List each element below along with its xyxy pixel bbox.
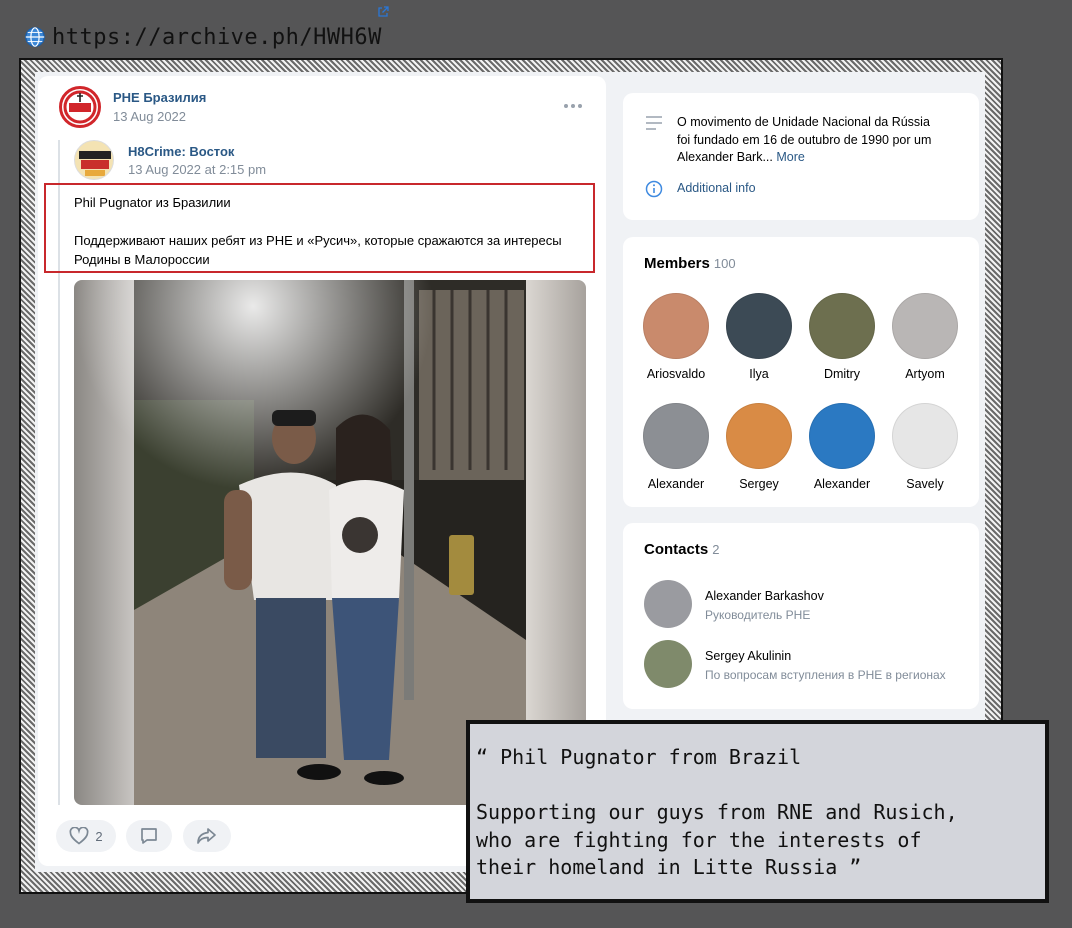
- caption-line: Supporting our guys from RNE and Rusich,: [476, 800, 958, 824]
- member-avatar[interactable]: [892, 293, 958, 359]
- group-description: O movimento de Unidade Nacional da Rússi…: [677, 114, 931, 167]
- member-item[interactable]: Dmitry: [801, 293, 883, 381]
- contact-role: Руководитель РНЕ: [705, 608, 811, 622]
- share-arrow-icon: [197, 828, 216, 844]
- additional-info-link[interactable]: Additional info: [677, 181, 756, 195]
- member-item[interactable]: Ariosvaldo: [635, 293, 717, 381]
- member-avatar[interactable]: [809, 403, 875, 469]
- group-post-date[interactable]: 13 Aug 2022: [113, 109, 186, 124]
- members-grid: Ariosvaldo Ilya Dmitry Artyom Alexander Serge…: [635, 293, 975, 491]
- external-link-icon[interactable]: [377, 6, 389, 18]
- translation-caption: “ Phil Pugnator from Brazil Supporting o…: [466, 720, 1049, 903]
- repost-author-avatar[interactable]: [74, 140, 114, 180]
- contact-role: По вопросам вступления в РНЕ в регионах: [705, 668, 946, 682]
- repost-author-link[interactable]: H8Crime: Восток: [128, 144, 234, 159]
- member-item[interactable]: Sergey: [718, 403, 800, 491]
- like-button[interactable]: 2: [56, 820, 116, 852]
- description-lines-icon: [646, 116, 662, 130]
- member-name[interactable]: Ilya: [718, 367, 800, 381]
- contacts-title[interactable]: Contacts 2: [644, 541, 719, 558]
- member-avatar[interactable]: [726, 293, 792, 359]
- member-name[interactable]: Alexander: [801, 477, 883, 491]
- comment-button[interactable]: [126, 820, 172, 852]
- caption-line: who are fighting for the interests of: [476, 827, 922, 852]
- archive-url-text[interactable]: https://archive.ph/HWH6W: [52, 25, 382, 50]
- contacts-count: 2: [712, 542, 720, 557]
- description-line: Alexander Bark...: [677, 150, 773, 164]
- caption-line: their homeland in Litte Russia ”: [476, 855, 862, 879]
- member-name[interactable]: Alexander: [635, 477, 717, 491]
- member-name[interactable]: Sergey: [718, 477, 800, 491]
- more-dots-icon[interactable]: [563, 101, 583, 111]
- description-line: foi fundado em 16 de outubro de 1990 por…: [677, 132, 932, 147]
- member-item[interactable]: Ilya: [718, 293, 800, 381]
- member-name[interactable]: Dmitry: [801, 367, 883, 381]
- contact-avatar[interactable]: [644, 640, 692, 688]
- like-count: 2: [95, 828, 103, 844]
- member-name[interactable]: Savely: [884, 477, 966, 491]
- member-item[interactable]: Savely: [884, 403, 966, 491]
- rne-logo-icon: [63, 90, 97, 124]
- description-more-link[interactable]: More: [776, 150, 804, 164]
- contact-avatar[interactable]: [644, 580, 692, 628]
- post-text-highlight: Phil Pugnator из Бразилии Поддерживают н…: [44, 183, 595, 273]
- globe-icon: [25, 27, 45, 47]
- member-item[interactable]: Alexander: [635, 403, 717, 491]
- share-button[interactable]: [183, 820, 231, 852]
- description-line: O movimento de Unidade Nacional da Rússi…: [677, 115, 930, 129]
- member-avatar[interactable]: [643, 403, 709, 469]
- group-name-link[interactable]: РНЕ Бразилия: [113, 90, 206, 105]
- post-text-line: Phil Pugnator из Бразилии: [74, 195, 231, 210]
- post-text-line: Родины в Малороссии: [74, 252, 210, 267]
- members-title[interactable]: Members 100: [644, 255, 736, 272]
- comment-icon: [141, 828, 157, 844]
- member-avatar[interactable]: [892, 403, 958, 469]
- group-avatar[interactable]: [59, 86, 101, 128]
- member-name[interactable]: Artyom: [884, 367, 966, 381]
- repost-date[interactable]: 13 Aug 2022 at 2:15 pm: [128, 162, 266, 177]
- members-count: 100: [713, 256, 736, 271]
- member-item[interactable]: Artyom: [884, 293, 966, 381]
- caption-line: “ Phil Pugnator from Brazil: [476, 745, 802, 769]
- h8crime-logo-icon: [79, 151, 111, 176]
- info-circle-icon: [645, 180, 663, 198]
- member-item[interactable]: Alexander: [801, 403, 883, 491]
- member-avatar[interactable]: [643, 293, 709, 359]
- heart-icon: [69, 827, 89, 845]
- contact-name[interactable]: Sergey Akulinin: [705, 649, 791, 663]
- member-avatar[interactable]: [809, 293, 875, 359]
- member-avatar[interactable]: [726, 403, 792, 469]
- member-name[interactable]: Ariosvaldo: [635, 367, 717, 381]
- contact-name[interactable]: Alexander Barkashov: [705, 589, 824, 603]
- members-title-text: Members: [644, 255, 710, 272]
- post-text-line: Поддерживают наших ребят из РНЕ и «Русич…: [74, 233, 562, 248]
- contacts-title-text: Contacts: [644, 541, 709, 558]
- archive-url-label: https://archive.ph/HWH6W: [24, 22, 382, 52]
